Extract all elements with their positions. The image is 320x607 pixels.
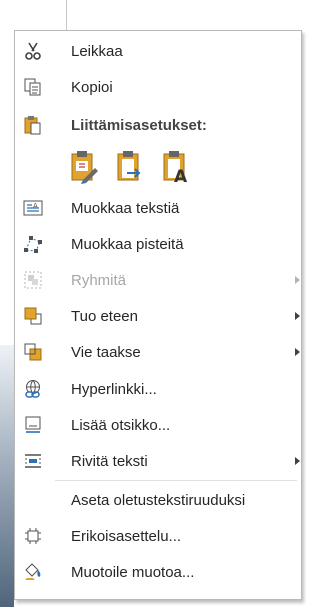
menu-item-edit-points[interactable]: Muokkaa pisteitä <box>15 230 301 258</box>
insert-caption-icon <box>23 415 43 435</box>
paste-options-header: Liittämisasetukset: <box>15 111 301 139</box>
context-menu: Leikkaa Kopioi Liittämisasetukset: A A M… <box>14 30 302 600</box>
menu-item-hyperlink[interactable]: Hyperlinkki... <box>15 375 301 403</box>
paste-keep-text-only-button[interactable]: A <box>161 148 191 187</box>
document-background-top <box>0 0 307 30</box>
menu-item-label: Muokkaa pisteitä <box>71 236 184 253</box>
menu-item-label: Kopioi <box>71 79 113 96</box>
menu-item-bring-to-front[interactable]: Tuo eteen <box>15 302 301 330</box>
menu-item-label: Leikkaa <box>71 43 123 60</box>
menu-item-label: Hyperlinkki... <box>71 381 157 398</box>
menu-item-group[interactable]: Ryhmitä <box>15 266 301 294</box>
paste-picture-icon <box>115 151 145 188</box>
wrap-text-icon <box>23 451 43 471</box>
menu-item-label: Vie taakse <box>71 344 141 361</box>
group-icon <box>23 270 43 290</box>
paste-text-only-icon: A <box>161 151 191 188</box>
menu-item-label: Erikoisasettelu... <box>71 528 182 545</box>
submenu-arrow-icon <box>295 312 300 320</box>
menu-item-label: Muotoile muotoa... <box>71 564 195 581</box>
send-to-back-icon <box>23 342 43 362</box>
menu-item-set-default-textbox[interactable]: Aseta oletustekstiruuduksi <box>15 486 301 514</box>
menu-item-more-layout-options[interactable]: Erikoisasettelu... <box>15 522 301 550</box>
scissors-icon <box>23 41 43 61</box>
menu-item-label: Muokkaa tekstiä <box>71 200 180 217</box>
paste-destination-theme-icon <box>69 151 99 188</box>
menu-item-send-to-back[interactable]: Vie taakse <box>15 338 301 366</box>
edit-text-icon: A <box>23 198 43 218</box>
svg-text:A: A <box>33 202 38 210</box>
menu-item-edit-text[interactable]: A Muokkaa tekstiä <box>15 194 301 222</box>
menu-item-label: Tuo eteen <box>71 308 138 325</box>
bring-to-front-icon <box>23 306 43 326</box>
menu-item-cut[interactable]: Leikkaa <box>15 37 301 65</box>
slide-edge-strip <box>0 345 14 607</box>
layout-options-icon <box>23 526 43 546</box>
submenu-arrow-icon <box>295 457 300 465</box>
paste-options-row: A <box>15 148 301 188</box>
format-shape-icon <box>23 562 43 582</box>
hyperlink-icon <box>23 379 43 399</box>
svg-text:A: A <box>174 167 188 184</box>
menu-item-copy[interactable]: Kopioi <box>15 73 301 101</box>
menu-item-wrap-text[interactable]: Rivitä teksti <box>15 447 301 475</box>
menu-item-format-shape[interactable]: Muotoile muotoa... <box>15 558 301 586</box>
menu-item-label: Ryhmitä <box>71 272 127 289</box>
menu-item-label: Rivitä teksti <box>71 453 148 470</box>
submenu-arrow-icon <box>295 348 300 356</box>
clipboard-icon <box>23 115 43 135</box>
menu-separator <box>55 480 297 481</box>
menu-item-insert-caption[interactable]: Lisää otsikko... <box>15 411 301 439</box>
paste-options-label: Liittämisasetukset: <box>71 117 207 134</box>
submenu-arrow-icon <box>295 276 300 284</box>
edit-points-icon <box>23 234 43 254</box>
document-background-left <box>0 30 14 607</box>
copy-icon <box>23 77 43 97</box>
menu-item-label: Lisää otsikko... <box>71 417 171 434</box>
paste-use-destination-theme-button[interactable] <box>69 148 99 184</box>
menu-item-label: Aseta oletustekstiruuduksi <box>71 492 246 509</box>
ruler-tick <box>66 0 67 30</box>
paste-picture-button[interactable] <box>115 148 145 184</box>
